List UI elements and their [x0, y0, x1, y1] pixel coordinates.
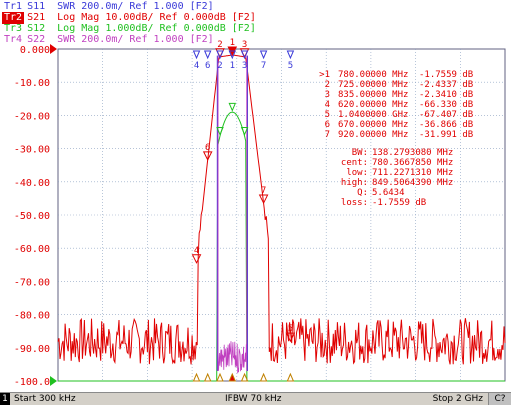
ref-level-pointer-bottom — [50, 376, 57, 386]
bw-stat-label: high: — [341, 178, 368, 188]
marker-table-id: 3 — [325, 90, 330, 100]
stop-frequency[interactable]: Stop 2 GHz — [433, 393, 483, 405]
marker-table-frequency: 725.00000 MHz — [338, 80, 408, 90]
y-tick — [51, 344, 58, 352]
marker-table-value: -36.866 dB — [419, 120, 473, 130]
top-marker-label: 3 — [242, 61, 247, 71]
top-marker-label: 5 — [288, 61, 293, 71]
y-tick-label: -90.00 — [14, 344, 50, 355]
marker-table-frequency: 920.00000 MHz — [338, 130, 408, 140]
y-tick-label: -50.00 — [14, 211, 50, 222]
bw-stat-label: Q: — [357, 188, 368, 198]
bw-stat-label: cent: — [341, 158, 368, 168]
marker-label: 3 — [242, 40, 247, 50]
y-tick-label: -10.00 — [14, 78, 50, 89]
y-tick — [51, 145, 58, 153]
marker-label: 2 — [217, 40, 222, 50]
y-tick-label: -60.00 — [14, 244, 50, 255]
marker-label: 7 — [261, 186, 266, 196]
ref-level-pointer — [50, 44, 57, 54]
top-marker-label: 6 — [205, 61, 210, 71]
marker-table-id: >1 — [319, 70, 330, 80]
start-frequency[interactable]: Start 300 kHz — [14, 393, 76, 405]
bw-stat-value: 138.2793080 MHz — [372, 148, 453, 158]
marker-table-frequency: 1.0400000 GHz — [338, 110, 408, 120]
y-tick — [51, 211, 58, 219]
marker-table-value: -1.7559 dB — [419, 70, 473, 80]
marker-table-id: 6 — [325, 120, 330, 130]
marker-table-id: 4 — [325, 100, 330, 110]
channel-number[interactable]: 1 — [0, 393, 10, 405]
y-tick — [51, 311, 58, 319]
bw-stat-value: 780.3667850 MHz — [372, 158, 453, 168]
y-tick — [51, 244, 58, 252]
marker-table-id: 5 — [325, 110, 330, 120]
y-tick-label: -80.00 — [14, 311, 50, 322]
y-tick — [51, 111, 58, 119]
marker-table-frequency: 670.00000 MHz — [338, 120, 408, 130]
bw-stat-value: 711.2271310 MHz — [372, 168, 453, 178]
top-marker-label: 1 — [230, 61, 235, 71]
y-tick-label: -20.00 — [14, 111, 50, 122]
status-mode-indicator[interactable]: C? — [488, 393, 511, 405]
marker-table-value: -2.3410 dB — [419, 90, 473, 100]
marker-table-value: -66.330 dB — [419, 100, 473, 110]
marker-table-frequency: 780.00000 MHz — [338, 70, 408, 80]
marker-table-frequency: 835.00000 MHz — [338, 90, 408, 100]
marker-table-frequency: 620.00000 MHz — [338, 100, 408, 110]
marker-label: 1 — [230, 38, 235, 48]
marker-table-value: -31.991 dB — [419, 130, 473, 140]
ifbw-value[interactable]: IFBW 70 kHz — [225, 393, 281, 405]
bw-stat-value: 5.6434 — [372, 188, 405, 198]
top-marker-label: 4 — [194, 61, 199, 71]
y-tick-label: 0.000 — [20, 45, 50, 56]
y-tick — [51, 78, 58, 86]
y-tick-label: -30.00 — [14, 145, 50, 156]
marker-table-id: 2 — [325, 80, 330, 90]
plot-area[interactable]: 0.000 -10.00 -20.00 -30.00 -40.00 -50.00 -60.0… — [0, 0, 511, 392]
bw-stat-value: 849.5064390 MHz — [372, 178, 453, 188]
marker-table-id: 7 — [325, 130, 330, 140]
bw-stat-label: loss: — [341, 198, 368, 208]
y-tick-label: -70.00 — [14, 277, 50, 288]
marker-label: 4 — [194, 246, 199, 256]
marker-table-value: -67.407 dB — [419, 110, 473, 120]
marker-label: 5 — [288, 324, 293, 334]
y-tick — [51, 178, 58, 186]
top-marker-label: 7 — [261, 61, 266, 71]
bw-stat-label: low: — [346, 168, 368, 178]
marker-label: 6 — [205, 143, 210, 153]
y-tick — [51, 277, 58, 285]
top-marker-label: 2 — [217, 61, 222, 71]
y-tick-label: -40.00 — [14, 178, 50, 189]
y-tick-label: -100.0 — [14, 377, 50, 388]
bw-stat-label: BW: — [352, 148, 368, 158]
status-bar: 1 Start 300 kHz IFBW 70 kHz Stop 2 GHz C… — [0, 392, 511, 405]
bw-stat-value: -1.7559 dB — [372, 198, 426, 208]
marker-table-value: -2.4337 dB — [419, 80, 473, 90]
vna-screen: Tr1 S11 SWR 200.0m/ Ref 1.000 [F2] Tr2 S21 … — [0, 0, 511, 405]
